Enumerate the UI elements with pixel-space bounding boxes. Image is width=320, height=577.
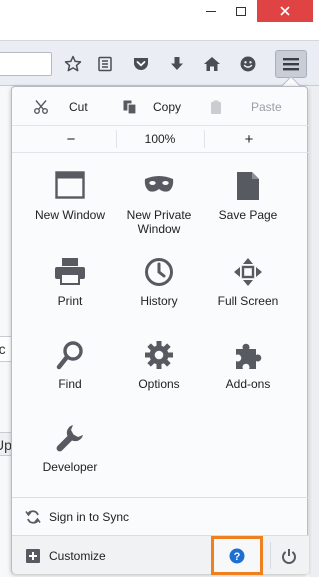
navigation-toolbar	[0, 40, 319, 86]
maximize-button[interactable]	[227, 0, 255, 22]
help-question-icon: ?	[229, 548, 245, 563]
close-window-button[interactable]	[257, 0, 313, 22]
main-menu-panel: Cut Copy Paste − 100% + New Window New P…	[11, 86, 309, 575]
history-button[interactable]: History	[111, 257, 207, 329]
add-ons-label: Add-ons	[225, 377, 271, 391]
url-bar[interactable]	[0, 52, 52, 76]
new-window-icon	[55, 171, 85, 199]
print-button[interactable]: Print	[22, 257, 118, 329]
smiley-icon	[240, 56, 256, 72]
options-label: Options	[138, 377, 180, 391]
hello-chat-button[interactable]	[237, 53, 259, 75]
pocket-icon	[134, 58, 148, 70]
home-button[interactable]	[201, 53, 223, 75]
developer-label: Developer	[42, 460, 98, 474]
wrench-icon	[56, 425, 83, 452]
find-button[interactable]: Find	[22, 340, 118, 412]
downloads-button[interactable]	[166, 53, 188, 75]
bookmark-star-button[interactable]	[62, 53, 84, 75]
sign-in-to-sync-button[interactable]: Sign in to Sync	[12, 497, 309, 535]
puzzle-icon	[236, 343, 262, 369]
full-screen-button[interactable]: Full Screen	[200, 257, 296, 329]
add-ons-button[interactable]: Add-ons	[200, 340, 296, 412]
minimize-button[interactable]	[197, 0, 225, 22]
new-window-button[interactable]: New Window	[22, 171, 118, 243]
footer-divider	[270, 542, 271, 569]
page-peek-text: rc	[0, 338, 6, 360]
clock-icon	[145, 258, 173, 286]
paste-label: Paste	[251, 100, 282, 114]
clipboard-icon	[211, 100, 221, 114]
pocket-button[interactable]	[130, 53, 152, 75]
find-label: Find	[58, 377, 82, 391]
gear-icon	[145, 341, 173, 369]
bookmarks-menu-button[interactable]	[94, 53, 116, 75]
full-screen-label: Full Screen	[217, 294, 279, 308]
new-private-window-label: New Private Window	[126, 208, 192, 236]
developer-button[interactable]: Developer	[22, 423, 118, 495]
copy-label: Copy	[153, 100, 182, 114]
open-menu-button[interactable]	[275, 50, 307, 78]
star-icon	[64, 55, 82, 72]
help-button[interactable]: ?	[211, 536, 263, 575]
zoom-in-button[interactable]: +	[204, 126, 294, 152]
sync-label: Sign in to Sync	[49, 509, 130, 524]
customize-button[interactable]: Customize	[12, 536, 202, 575]
zoom-out-button[interactable]: −	[12, 126, 130, 152]
copy-icon	[123, 100, 137, 115]
new-private-window-button[interactable]: New Private Window	[111, 171, 207, 243]
page-scrollbar[interactable]	[309, 86, 319, 577]
plus-box-icon	[26, 548, 40, 563]
save-page-icon	[237, 172, 259, 200]
cut-label: Cut	[69, 100, 88, 114]
zoom-controls: − 100% +	[12, 125, 309, 153]
download-arrow-icon	[171, 57, 183, 70]
new-window-label: New Window	[34, 208, 106, 222]
private-mask-icon	[144, 176, 174, 192]
close-icon	[280, 6, 290, 16]
panel-footer: Customize ?	[12, 535, 309, 575]
options-button[interactable]: Options	[111, 340, 207, 412]
magnifier-icon	[56, 341, 83, 370]
save-page-label: Save Page	[218, 208, 278, 222]
svg-text:?: ?	[234, 551, 241, 563]
maximize-icon	[236, 6, 246, 16]
copy-button[interactable]: Copy	[112, 94, 208, 120]
quit-button[interactable]	[272, 542, 306, 569]
power-icon	[282, 548, 296, 564]
hamburger-menu-icon	[283, 58, 299, 71]
sync-icon	[25, 509, 41, 524]
zoom-reset-button[interactable]: 100%	[116, 126, 204, 152]
save-page-button[interactable]: Save Page	[200, 171, 296, 243]
home-icon	[204, 57, 220, 71]
history-label: History	[140, 294, 178, 308]
customize-label: Customize	[49, 548, 106, 563]
window-titlebar	[0, 0, 319, 35]
printer-icon	[55, 258, 85, 285]
minimize-icon	[206, 10, 216, 12]
cut-button[interactable]: Cut	[12, 94, 108, 120]
edit-controls: Cut Copy Paste	[12, 94, 309, 120]
fullscreen-icon	[234, 258, 262, 286]
bookmarks-list-icon	[98, 56, 112, 72]
scissors-icon	[34, 100, 48, 114]
paste-button[interactable]: Paste	[208, 94, 308, 120]
print-label: Print	[57, 294, 83, 308]
